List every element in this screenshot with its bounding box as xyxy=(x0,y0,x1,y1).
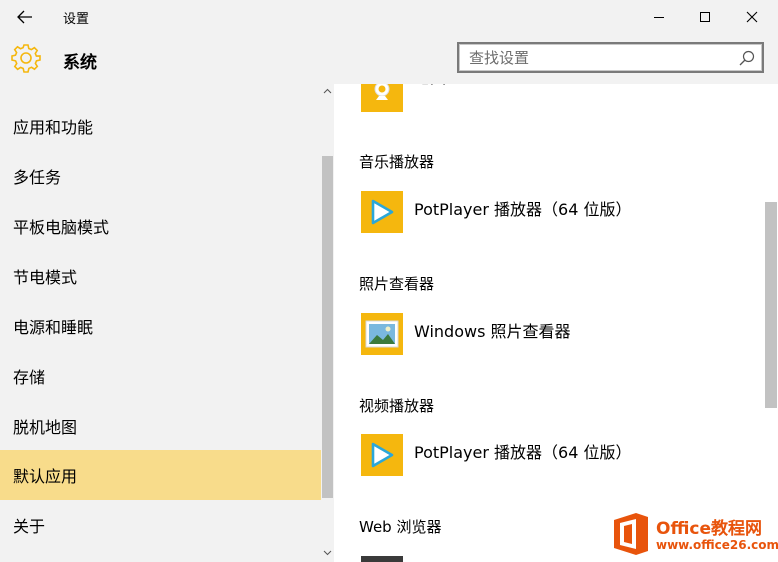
sidebar-item-label: 默认应用 xyxy=(13,467,78,486)
minimize-icon xyxy=(654,17,664,18)
search-box[interactable] xyxy=(457,42,764,73)
photo-icon xyxy=(365,320,399,348)
sidebar-item-battery-saver[interactable]: 节电模式 xyxy=(0,251,321,301)
office-logo-icon xyxy=(614,513,648,555)
maximize-icon xyxy=(700,12,710,22)
default-apps-panel: 地图 音乐播放器 PotPlayer 播放器（64 位版） 照片查看器 Wind… xyxy=(334,84,778,562)
chevron-down-icon xyxy=(323,550,332,556)
sidebar: 应用和功能 多任务 平板电脑模式 节电模式 电源和睡眠 存储 脱机地图 默认应用… xyxy=(0,84,334,562)
app-tile xyxy=(361,434,403,476)
sidebar-item-label: 应用和功能 xyxy=(13,118,94,137)
sidebar-item-label: 关于 xyxy=(13,517,46,536)
sidebar-item-about[interactable]: 关于 xyxy=(0,500,321,550)
maximize-button[interactable] xyxy=(682,0,728,34)
back-arrow-icon xyxy=(17,10,32,24)
category-video-player: 视频播放器 xyxy=(359,397,435,415)
sidebar-item-label: 电源和睡眠 xyxy=(13,318,94,337)
play-icon xyxy=(371,199,394,225)
sidebar-item-label: 多任务 xyxy=(13,168,62,187)
music-player-app-button[interactable]: PotPlayer 播放器（64 位版） xyxy=(361,191,691,235)
title-bar: 设置 xyxy=(0,0,778,34)
sidebar-item-apps-features[interactable]: 应用和功能 xyxy=(0,101,321,151)
photo-viewer-app-button[interactable]: Windows 照片查看器 xyxy=(361,313,691,357)
sidebar-item-multitasking[interactable]: 多任务 xyxy=(0,151,321,201)
sidebar-item-label: 脱机地图 xyxy=(13,418,78,437)
back-button[interactable] xyxy=(10,5,40,29)
play-icon xyxy=(371,442,394,468)
watermark-url: www.office26.com xyxy=(656,538,778,552)
watermark-title: Office教程网 xyxy=(656,519,763,539)
sidebar-item-default-apps[interactable]: 默认应用 xyxy=(0,450,321,500)
sidebar-scroll-down[interactable] xyxy=(321,546,334,560)
maps-app-button[interactable]: 地图 xyxy=(361,84,691,114)
app-name: 地图 xyxy=(414,84,446,88)
sidebar-scroll-up[interactable] xyxy=(321,84,334,98)
app-name: PotPlayer 播放器（64 位版） xyxy=(414,200,632,219)
browser-app-tile-partial[interactable] xyxy=(361,556,403,562)
watermark: Office教程网 www.office26.com xyxy=(605,508,778,560)
app-tile xyxy=(361,313,403,355)
app-tile xyxy=(361,84,403,112)
gear-icon xyxy=(11,44,41,73)
sidebar-item-power-sleep[interactable]: 电源和睡眠 xyxy=(0,301,321,351)
app-name: PotPlayer 播放器（64 位版） xyxy=(414,443,632,462)
search-input[interactable] xyxy=(469,48,729,68)
window-title: 设置 xyxy=(63,12,90,27)
chevron-up-icon xyxy=(323,88,332,94)
category-music-player: 音乐播放器 xyxy=(359,153,435,171)
video-player-app-button[interactable]: PotPlayer 播放器（64 位版） xyxy=(361,434,691,478)
sidebar-item-offline-maps[interactable]: 脱机地图 xyxy=(0,401,321,451)
minimize-button[interactable] xyxy=(636,0,682,34)
close-button[interactable] xyxy=(729,0,775,34)
app-name: Windows 照片查看器 xyxy=(414,322,571,341)
main-scrollbar-thumb[interactable] xyxy=(765,202,777,408)
sidebar-item-label: 存储 xyxy=(13,368,46,387)
category-photo-viewer: 照片查看器 xyxy=(359,275,435,293)
close-icon xyxy=(746,11,758,23)
category-web-browser: Web 浏览器 xyxy=(359,518,442,536)
search-icon[interactable] xyxy=(738,49,756,67)
sidebar-item-label: 节电模式 xyxy=(13,268,78,287)
sidebar-item-storage[interactable]: 存储 xyxy=(0,351,321,401)
app-tile xyxy=(361,191,403,233)
sidebar-item-label: 平板电脑模式 xyxy=(13,218,110,237)
page-title: 系统 xyxy=(63,53,97,73)
sidebar-item-tablet-mode[interactable]: 平板电脑模式 xyxy=(0,201,321,251)
sidebar-scrollbar-thumb[interactable] xyxy=(322,156,333,498)
settings-header: 系统 xyxy=(0,34,778,84)
camera-icon xyxy=(374,84,390,100)
